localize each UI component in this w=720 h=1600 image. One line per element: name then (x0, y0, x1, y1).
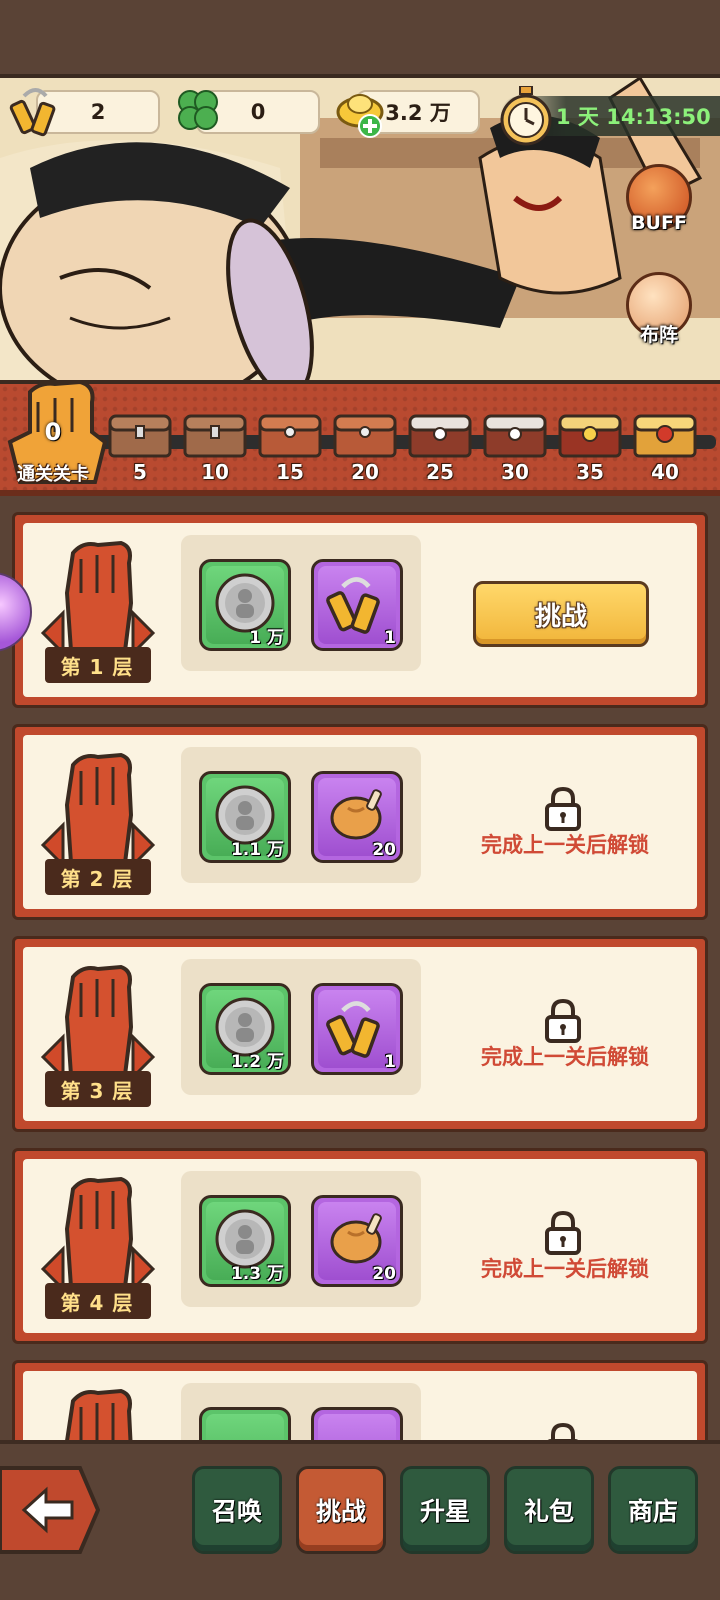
silver-coin-reward[interactable]: 1.3 万 (199, 1195, 291, 1287)
cleared-count: 0 (44, 418, 62, 446)
lock-icon (545, 787, 581, 831)
challenge-button[interactable]: 挑战 (473, 581, 649, 647)
item-reward[interactable]: 1 (311, 983, 403, 1075)
locked-message: 完成上一关后解锁 (481, 833, 649, 857)
reward-quantity: 1 万 (249, 628, 284, 648)
locked-message: 完成上一关后解锁 (481, 1257, 649, 1281)
reward-panel: 1.1 万 20 (181, 747, 421, 883)
nav-star-up[interactable]: 升星 (400, 1466, 490, 1554)
chest-icon[interactable] (633, 412, 697, 458)
add-gold-icon[interactable] (358, 114, 382, 138)
stopwatch-icon (500, 86, 552, 146)
nunchaku-icon (326, 577, 380, 634)
nav-shop[interactable]: 商店 (608, 1466, 698, 1554)
reward-quantity: 1.3 万 (230, 1264, 284, 1284)
locked-message: 完成上一关后解锁 (481, 1045, 649, 1069)
floor-card: 第 3 层 1.2 万 1 完成上一关后解锁 (12, 936, 708, 1132)
lock-icon (545, 999, 581, 1043)
timer-text: 1 天 14:13:50 (556, 105, 711, 129)
nunchaku-icon (9, 88, 56, 137)
clover-icon (178, 90, 218, 130)
milestone-label: 10 (201, 460, 229, 484)
nunchaku-icon (326, 1001, 380, 1058)
floor-card: 第 2 层 1.1 万 20 完成上一关后解锁 (12, 724, 708, 920)
reward-quantity: 20 (372, 840, 396, 860)
milestone-label: 25 (426, 460, 454, 484)
reward-quantity: 1.1 万 (230, 840, 284, 860)
milestone-label: 20 (351, 460, 379, 484)
item-reward[interactable]: 1 (311, 559, 403, 651)
chest-icon[interactable] (258, 412, 322, 458)
lock-icon (547, 1423, 579, 1440)
item-reward[interactable]: 20 (311, 1195, 403, 1287)
floor-card: 第 4 层 1.3 万 20 完成上一关后解锁 (12, 1148, 708, 1344)
reward-quantity: 20 (372, 1264, 396, 1284)
milestone-label: 35 (576, 460, 604, 484)
gold-count: 3.2 万 (385, 101, 451, 125)
floor-label: 第 4 层 (60, 1290, 134, 1315)
floor-list[interactable]: 第 1 层 1 万 1 挑战 第 2 层 1.1 万 20 完成上一关后解锁 第… (0, 502, 720, 1440)
milestone-label: 15 (276, 460, 304, 484)
floor-card (12, 1360, 708, 1440)
formation-label: 布阵 (639, 324, 678, 346)
milestone-label: 30 (501, 460, 529, 484)
formation-button[interactable]: 布阵 (620, 272, 698, 356)
silver-coin-reward[interactable]: 1 万 (199, 559, 291, 651)
floor-label: 第 1 层 (60, 654, 134, 679)
reward-panel: 1.3 万 20 (181, 1171, 421, 1307)
reward-panel: 1.2 万 1 (181, 959, 421, 1095)
item-reward[interactable]: 20 (311, 771, 403, 863)
nav-challenge[interactable]: 挑战 (296, 1466, 386, 1554)
silver-coin-reward[interactable]: 1.2 万 (199, 983, 291, 1075)
clover-count: 0 (250, 100, 266, 124)
silver-coin-reward[interactable] (199, 1407, 291, 1440)
roast-chicken-icon (330, 1213, 382, 1264)
chest-icon[interactable] (408, 412, 472, 458)
chest-icon[interactable] (108, 412, 172, 458)
nunchaku-count: 2 (90, 100, 106, 124)
nav-summon[interactable]: 召唤 (192, 1466, 282, 1554)
chest-icon[interactable] (333, 412, 397, 458)
back-button[interactable] (0, 1460, 100, 1560)
reward-quantity: 1 (384, 1052, 396, 1072)
item-reward[interactable] (311, 1407, 403, 1440)
lock-icon (545, 1211, 581, 1255)
buff-label: BUFF (631, 212, 687, 234)
floor-card: 第 1 层 1 万 1 挑战 (12, 512, 708, 708)
fist-trophy-icon (65, 1388, 133, 1440)
chest-icon[interactable] (483, 412, 547, 458)
reward-panel: 1 万 1 (181, 535, 421, 671)
milestone-label: 5 (133, 460, 147, 484)
milestone-label: 40 (651, 460, 679, 484)
roast-chicken-icon (330, 789, 382, 840)
silver-coin-reward[interactable]: 1.1 万 (199, 771, 291, 863)
chest-icon[interactable] (183, 412, 247, 458)
reward-panel (181, 1383, 421, 1440)
reward-quantity: 1 (384, 628, 396, 648)
floor-label: 第 3 层 (60, 1078, 134, 1103)
cleared-label: 通关关卡 (17, 464, 89, 485)
event-banner: 2 0 3.2 万 1 天 14:13:50 BUFF 布阵 (0, 74, 720, 384)
chest-icon[interactable] (558, 412, 622, 458)
nav-gift[interactable]: 礼包 (504, 1466, 594, 1554)
buff-button[interactable]: BUFF (620, 164, 698, 248)
reward-quantity: 1.2 万 (230, 1052, 284, 1072)
floor-label: 第 2 层 (60, 866, 134, 891)
